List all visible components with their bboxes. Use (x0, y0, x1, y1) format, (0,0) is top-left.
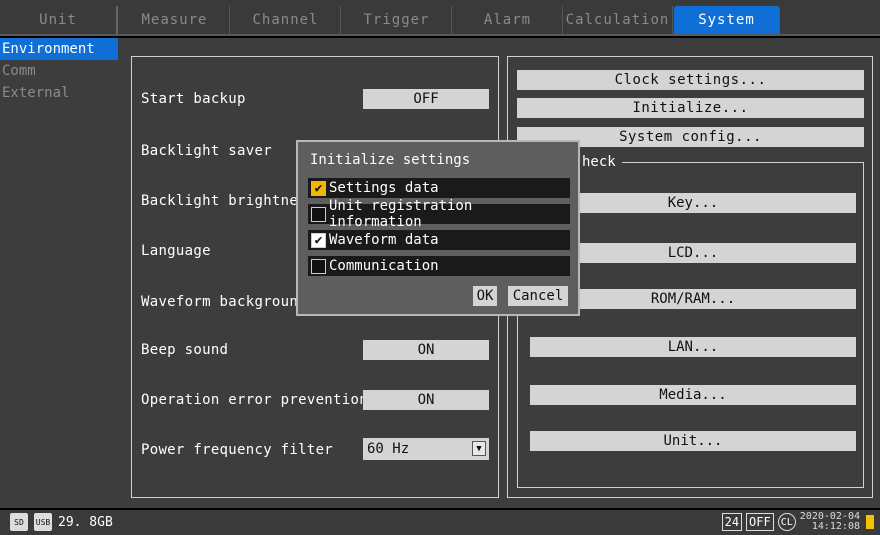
badge-cl-icon: CL (777, 513, 796, 531)
tab-calculation[interactable]: Calculation (563, 6, 673, 34)
checkbox-unchecked-icon[interactable] (311, 258, 326, 274)
badge-24: 24 (721, 513, 743, 531)
check-media-button[interactable]: Media... (530, 385, 856, 405)
option-settings-data[interactable]: ✔ Settings data (308, 178, 570, 198)
check-lan-button[interactable]: LAN... (530, 337, 856, 357)
sidebar: Environment Comm External (0, 38, 118, 508)
indicator-mark-icon (866, 515, 874, 529)
check-group-label: heck (580, 154, 622, 170)
checkbox-unchecked-icon[interactable] (311, 206, 326, 222)
power-frequency-filter-label: Power frequency filter (141, 442, 334, 458)
option-label: Unit registration information (329, 198, 473, 230)
initialize-button[interactable]: Initialize... (517, 98, 864, 118)
dialog-title: Initialize settings (310, 152, 471, 168)
waveform-background-label: Waveform background (141, 294, 307, 310)
power-frequency-filter-value: 60 Hz (367, 441, 410, 457)
option-communication[interactable]: Communication (308, 256, 570, 276)
beep-sound-label: Beep sound (141, 342, 229, 358)
option-label: Communication (329, 258, 439, 274)
option-unit-registration-information[interactable]: Unit registration information (308, 198, 570, 230)
badge-off: OFF (746, 513, 774, 531)
start-backup-label: Start backup (141, 91, 246, 107)
sd-card-icon: SD (10, 513, 28, 531)
chevron-down-icon[interactable]: ▼ (472, 441, 486, 456)
sidebar-item-environment[interactable]: Environment (0, 38, 118, 60)
storage-free: 29. 8GB (58, 514, 113, 530)
sidebar-item-external[interactable]: External (0, 82, 118, 104)
clock: 2020-02-04 14:12:08 (800, 512, 860, 532)
language-label: Language (141, 243, 211, 259)
option-label: Settings data (329, 180, 439, 196)
tab-measure[interactable]: Measure (120, 6, 230, 34)
backlight-saver-label: Backlight saver (141, 143, 272, 159)
tab-channel[interactable]: Channel (231, 6, 341, 34)
ok-button[interactable]: OK (473, 286, 497, 306)
cancel-button[interactable]: Cancel (508, 286, 568, 306)
tab-trigger[interactable]: Trigger (342, 6, 452, 34)
check-unit-button[interactable]: Unit... (530, 431, 856, 451)
tab-system[interactable]: System (674, 6, 780, 34)
checkbox-checked-icon[interactable]: ✔ (311, 232, 326, 248)
tab-alarm[interactable]: Alarm (453, 6, 563, 34)
status-bar: SD USB 29. 8GB 24 OFF CL 2020-02-04 14:1… (0, 510, 880, 535)
backlight-brightness-label: Backlight brightness (141, 193, 316, 209)
beep-sound-button[interactable]: ON (363, 340, 489, 360)
initialize-settings-dialog: Initialize settings ✔ Settings data Unit… (296, 140, 580, 316)
checkbox-checked-icon[interactable]: ✔ (311, 180, 326, 196)
tab-unit[interactable]: Unit (0, 6, 118, 34)
operation-error-prevention-label: Operation error prevention (141, 392, 368, 408)
option-waveform-data[interactable]: ✔ Waveform data (308, 230, 570, 250)
option-label: Waveform data (329, 232, 439, 248)
time: 14:12:08 (811, 521, 860, 532)
clock-settings-button[interactable]: Clock settings... (517, 70, 864, 90)
power-frequency-filter-select[interactable]: 60 Hz ▼ (363, 438, 489, 460)
top-tab-bar: Unit Measure Channel Trigger Alarm Calcu… (0, 0, 880, 36)
usb-icon: USB (34, 513, 52, 531)
start-backup-button[interactable]: OFF (363, 89, 489, 109)
operation-error-prevention-button[interactable]: ON (363, 390, 489, 410)
sidebar-item-comm[interactable]: Comm (0, 60, 118, 82)
